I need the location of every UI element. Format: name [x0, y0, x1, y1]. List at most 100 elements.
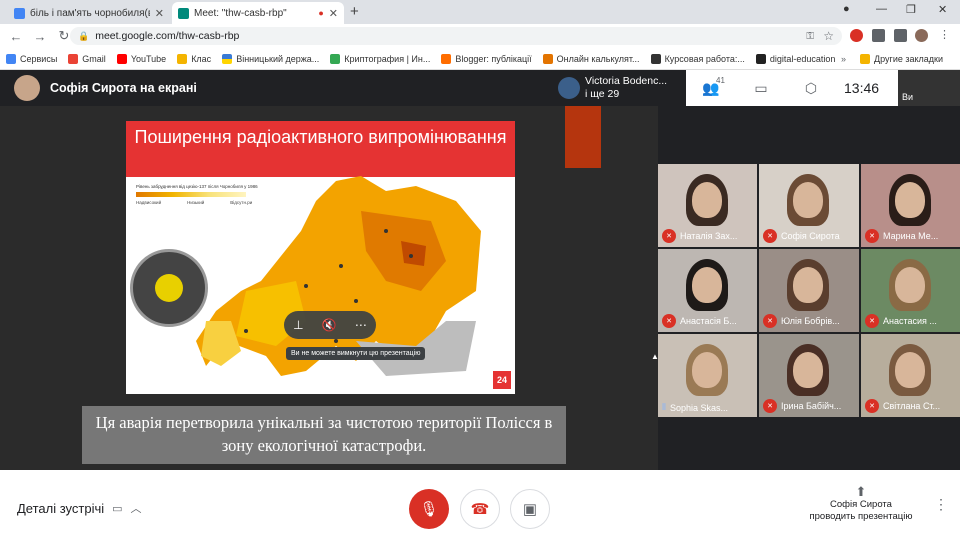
presenter-name: Софія Сирота: [830, 499, 892, 510]
top-participant[interactable]: Victoria Bodenc... і ще 29: [558, 70, 686, 106]
participant-tile[interactable]: ✕ Марина Ме...: [861, 164, 960, 247]
participant-name: Юлія Бобрів...: [781, 316, 840, 326]
participant-name: Анастасія Б...: [680, 316, 737, 326]
mic-off-icon: 🎙: [419, 501, 439, 518]
participant-face: [793, 182, 823, 218]
participant-name: Анастасия ...: [883, 316, 937, 326]
presenter-label: Софія Сирота на екрані: [50, 81, 197, 95]
bookmark-digital-education[interactable]: digital-education: [755, 53, 836, 64]
bookmark-vinnytsia[interactable]: Вінницький держа...: [222, 53, 319, 64]
presentation-hover-controls: ⊥ 🔇 ⋯: [284, 311, 376, 339]
leave-call-button[interactable]: ☎: [460, 489, 500, 529]
bookmark-star-icon[interactable]: ☆: [823, 29, 834, 43]
bookmark-calculator[interactable]: Онлайн калькулят...: [542, 53, 640, 64]
clock: 13:46: [844, 80, 880, 96]
opera-extension-icon[interactable]: [850, 29, 863, 42]
menu-icon[interactable]: ⋮: [939, 29, 952, 42]
participant-tile[interactable]: ✕ Ірина Бабійч...: [759, 334, 859, 417]
more-options-icon[interactable]: ⋮: [934, 496, 948, 513]
bookmark-label: Сервисы: [20, 53, 58, 64]
tab-meet[interactable]: Meet: "thw-casb-rbp" ● ✕: [172, 2, 344, 24]
bookmark-label: digital-education: [769, 53, 836, 64]
minimize-button[interactable]: —: [876, 3, 887, 15]
camera-icon: ▣: [522, 501, 538, 518]
flag-icon: [222, 53, 233, 64]
close-icon[interactable]: ✕: [155, 7, 164, 20]
gmail-icon: [68, 53, 79, 64]
tile-label: ✕ Наталія Зах...: [662, 229, 755, 243]
address-bar[interactable]: 🔒 meet.google.com/thw-casb-rbp ⚿ ☆: [70, 27, 842, 45]
profile-indicator-icon: ●: [843, 3, 850, 15]
presenter-bar: Софія Сирота на екрані: [0, 70, 560, 106]
bookmark-class[interactable]: Клас: [177, 53, 211, 64]
meeting-details-button[interactable]: Деталі зустрічі ▭ ︿: [17, 500, 142, 516]
bookmark-services[interactable]: Сервисы: [6, 53, 58, 64]
bookmark-label: Другие закладки: [874, 53, 943, 64]
bookmark-label: Онлайн калькулят...: [556, 53, 640, 64]
participant-face: [692, 352, 722, 388]
captions-icon: ▭: [112, 502, 123, 515]
participant-tile[interactable]: ✕ Наталія Зах...: [658, 164, 757, 247]
tile-label: ✕ Софія Сирота: [763, 229, 857, 243]
participant-face: [692, 182, 722, 218]
meeting-details-label: Деталі зустрічі: [17, 500, 105, 516]
participant-name: Sophia Skas...: [669, 402, 729, 413]
participant-tile[interactable]: ✕ Анастасія Б...: [658, 249, 757, 332]
hang-up-icon: ☎: [470, 501, 490, 518]
calculator-icon: [542, 53, 553, 64]
participant-name: Наталія Зах...: [680, 231, 738, 241]
presenting-button[interactable]: ⬆ Софія Сирота проводить презентацію: [800, 485, 922, 523]
participant-tile[interactable]: ⦀ Sophia Skas...: [658, 334, 757, 417]
slide-title: Поширення радіоактивного випромінювання: [126, 121, 515, 177]
participant-face: [793, 352, 823, 388]
tile-label: ✕ Анастасия ...: [865, 314, 958, 328]
tab-chernobyl[interactable]: біль і пам'ять чорнобиля(вип2) ✕: [8, 2, 170, 24]
profile-avatar[interactable]: [915, 29, 928, 42]
bookmark-blogger[interactable]: Blogger: публікації: [441, 53, 532, 64]
back-button[interactable]: ←: [8, 29, 24, 44]
chat-button[interactable]: ▭: [736, 80, 786, 97]
bookmark-crypto[interactable]: Криптография | Ин...: [330, 53, 431, 64]
participant-tile[interactable]: ✕ Світлана Ст...: [861, 334, 960, 417]
forward-button[interactable]: →: [32, 29, 48, 44]
overlay-tooltip: Ви не можете вимкнути цю презентацію: [286, 347, 426, 360]
participant-tile[interactable]: ✕ Софія Сирота: [759, 164, 859, 247]
people-button[interactable]: 👥 41: [686, 76, 736, 97]
youtube-icon: [116, 53, 127, 64]
puzzle-extensions-icon[interactable]: [894, 29, 907, 42]
bookmark-coursework[interactable]: Курсовая работа:...: [650, 53, 745, 64]
crypto-icon: [330, 53, 341, 64]
participant-tile[interactable]: ✕ Анастасия ...: [861, 249, 960, 332]
chevron-right-icon[interactable]: »: [841, 54, 846, 64]
bookmark-gmail[interactable]: Gmail: [68, 53, 106, 64]
radiation-symbol-icon: [130, 249, 208, 327]
folder-icon: [860, 53, 871, 64]
self-view[interactable]: Ви: [898, 70, 960, 106]
mic-off-icon: ✕: [865, 399, 879, 413]
maximize-button[interactable]: ❐: [906, 3, 916, 16]
url-text: meet.google.com/thw-casb-rbp: [95, 30, 240, 42]
microphone-toggle-button[interactable]: 🎙: [409, 489, 449, 529]
mute-presentation-icon[interactable]: 🔇: [322, 318, 337, 332]
mic-off-icon: ✕: [662, 229, 676, 243]
other-bookmarks[interactable]: » Другие закладки: [841, 53, 943, 64]
camera-toggle-button[interactable]: ▣: [510, 489, 550, 529]
extension-icon[interactable]: [872, 29, 885, 42]
avatar: [14, 75, 40, 101]
close-icon[interactable]: ✕: [329, 7, 338, 20]
participant-face: [895, 267, 925, 303]
avatar: [558, 77, 580, 99]
more-options-icon[interactable]: ⋯: [355, 318, 367, 332]
self-label: Ви: [902, 92, 914, 102]
participant-face: [895, 182, 925, 218]
pin-icon[interactable]: ⊥: [293, 318, 303, 332]
participant-name: Світлана Ст...: [883, 401, 941, 411]
bookmark-youtube[interactable]: YouTube: [116, 53, 166, 64]
participant-tile[interactable]: ✕ Юлія Бобрів...: [759, 249, 859, 332]
bookmark-label: Криптография | Ин...: [344, 53, 431, 64]
key-icon[interactable]: ⚿: [806, 31, 814, 42]
close-window-button[interactable]: ✕: [938, 3, 947, 16]
new-tab-button[interactable]: +: [350, 3, 359, 20]
participant-name: Ірина Бабійч...: [781, 401, 842, 411]
activities-button[interactable]: ⬡: [786, 80, 836, 97]
